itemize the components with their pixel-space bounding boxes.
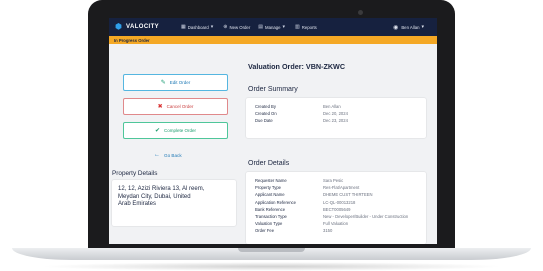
user-name: Ben Allan	[401, 24, 420, 30]
detail-row: Bank Reference BECT0005649	[255, 206, 417, 213]
document-icon: ▥	[295, 24, 300, 30]
nav-new-order-label: New Order	[229, 24, 251, 30]
plus-circle-icon: ⊕	[223, 24, 228, 30]
edit-order-button[interactable]: ✎ Edit Order	[123, 74, 228, 91]
detail-label: Transaction Type	[255, 214, 287, 220]
summary-label: Created By	[255, 104, 276, 109]
address-line-1: 12, 12, Azizi Riviera 13, Al reem,	[118, 186, 205, 192]
detail-row: Application Reference LC-QL-00013218	[255, 199, 417, 206]
nav-manage[interactable]: ▤ Manage ▾	[258, 24, 287, 30]
summary-row: Created On Dec 20, 2024	[255, 110, 417, 117]
cancel-order-label: Cancel Order	[166, 104, 194, 109]
detail-value: Sara Pesic	[323, 178, 344, 183]
arrow-left-icon: ←	[154, 152, 160, 158]
cancel-circle-icon: ✖	[157, 104, 163, 110]
order-details-card: Requester Name Sara Pesic Property Type …	[246, 172, 426, 244]
detail-value: New - Developer/Builder - Under Construc…	[323, 214, 409, 220]
pencil-icon: ✎	[160, 80, 166, 86]
detail-label: Requester Name	[255, 178, 287, 183]
property-address-card: 12, 12, Azizi Riviera 13, Al reem, Meyda…	[112, 180, 236, 226]
edit-order-label: Edit Order	[169, 80, 191, 85]
order-status-banner: In Progress Order	[109, 36, 437, 44]
summary-row: Due Date Dec 23, 2024	[255, 117, 417, 124]
detail-value: Res-Flat/Apartment	[323, 185, 360, 191]
nav-manage-label: Manage	[265, 24, 281, 30]
brand-logo[interactable]: ⬢ VALOCITY	[115, 23, 173, 31]
summary-value: Dec 23, 2024	[323, 118, 348, 124]
nav-dashboard-label: Dashboard	[187, 24, 209, 30]
detail-row: Valuation Type Full Valuation	[255, 220, 417, 227]
detail-label: Valuation Type	[255, 221, 283, 227]
laptop-shadow	[40, 262, 503, 271]
nav-reports-label: Reports	[301, 24, 317, 30]
complete-order-button[interactable]: ✔ Complete Order	[123, 122, 228, 139]
go-back-label: Go Back	[164, 152, 182, 158]
detail-row: Applicant Name DHEME CUST THIRTEEN	[255, 191, 417, 198]
summary-row: Created By Ben Allan	[255, 103, 417, 110]
cancel-order-button[interactable]: ✖ Cancel Order	[123, 98, 228, 115]
complete-order-label: Complete Order	[164, 128, 197, 133]
detail-value: LC-QL-00013218	[323, 199, 356, 205]
nav-dashboard[interactable]: ▦ Dashboard ▾	[181, 24, 215, 30]
webcam	[358, 10, 363, 15]
chevron-down-icon: ▾	[421, 24, 424, 30]
top-navbar: ⬢ VALOCITY ▦ Dashboard ▾ ⊕ New Order ▤ M…	[109, 18, 437, 36]
detail-row: Property Type Res-Flat/Apartment	[255, 184, 417, 191]
property-details-heading: Property Details	[112, 170, 158, 177]
detail-row: Transaction Type New - Developer/Builder…	[255, 213, 417, 220]
order-summary-heading: Order Summary	[248, 86, 298, 93]
grid-icon: ▤	[258, 24, 263, 30]
summary-value: Dec 20, 2024	[323, 111, 348, 117]
detail-label: Order Fee	[255, 228, 275, 234]
detail-value: DHEME CUST THIRTEEN	[323, 192, 373, 198]
laptop-base-notch	[238, 248, 305, 252]
detail-value: BECT0005649	[323, 206, 351, 212]
location-pin-icon: ⬢	[115, 22, 122, 31]
dashboard-icon: ▦	[181, 24, 186, 30]
detail-label: Application Reference	[255, 199, 296, 205]
detail-label: Bank Reference	[255, 206, 286, 212]
detail-value: Full Valuation	[323, 221, 349, 227]
summary-label: Created On	[255, 111, 277, 117]
order-summary-card: Created By Ben Allan Created On Dec 20, …	[246, 98, 426, 138]
address-line-2: Meydan City, Dubai, United	[118, 193, 191, 200]
address-line-3: Arab Emirates	[118, 201, 157, 207]
check-circle-icon: ✔	[154, 128, 160, 134]
brand-name: VALOCITY	[126, 24, 160, 30]
detail-label: Property Type	[255, 185, 281, 191]
detail-row: Order Fee 3150	[255, 227, 417, 234]
detail-row: Requester Name Sara Pesic	[255, 177, 417, 184]
detail-value: 3150	[323, 228, 333, 234]
user-circle-icon: ◉	[393, 24, 399, 31]
summary-label: Due Date	[255, 118, 273, 124]
order-details-heading: Order Details	[248, 160, 290, 167]
nav-new-order[interactable]: ⊕ New Order	[223, 24, 250, 30]
go-back-link[interactable]: ← Go Back	[154, 152, 182, 158]
user-menu[interactable]: ◉ Ben Allan ▾	[393, 24, 427, 31]
summary-value: Ben Allan	[323, 104, 341, 109]
chevron-down-icon: ▾	[210, 24, 214, 30]
nav-reports[interactable]: ▥ Reports	[295, 24, 317, 30]
order-status-text: In Progress Order	[114, 37, 150, 43]
page-title: Valuation Order: VBN-ZKWC	[248, 62, 346, 71]
chevron-down-icon: ▾	[282, 24, 286, 30]
detail-label: Applicant Name	[255, 192, 285, 198]
app-screen: ⬢ VALOCITY ▦ Dashboard ▾ ⊕ New Order ▤ M…	[109, 18, 437, 244]
